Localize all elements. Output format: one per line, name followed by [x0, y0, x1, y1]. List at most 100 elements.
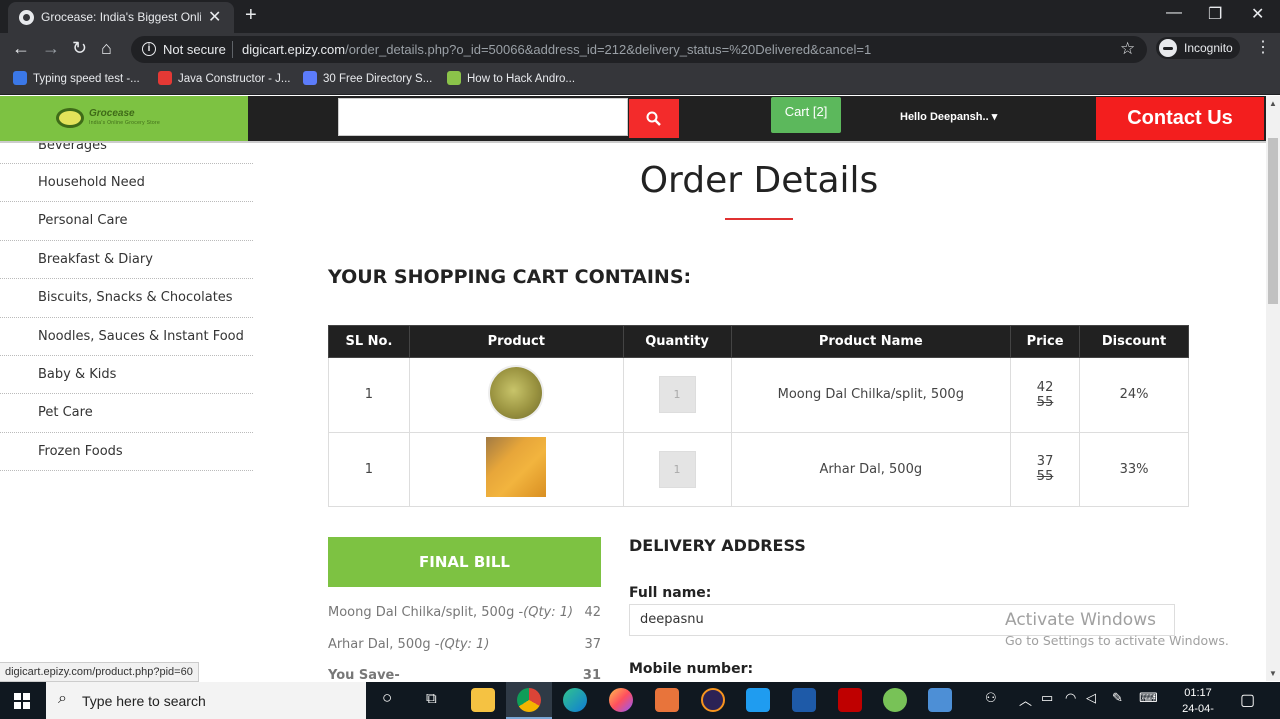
- bookmark-item[interactable]: 30 Free Directory S...: [303, 71, 432, 89]
- xampp-icon[interactable]: [655, 688, 679, 712]
- logo-text: Grocease: [89, 108, 135, 119]
- incognito-badge[interactable]: Incognito: [1156, 37, 1240, 59]
- logo-mark: [56, 108, 84, 128]
- cart-heading: YOUR SHOPPING CART CONTAINS:: [328, 266, 692, 288]
- search-icon: ⌕: [58, 690, 67, 707]
- file-explorer-icon[interactable]: [471, 688, 495, 712]
- scroll-thumb[interactable]: [1268, 138, 1278, 304]
- product-search-input[interactable]: [338, 98, 628, 136]
- sidebar-item-noodles-sauces[interactable]: Noodles, Sauces & Instant Food: [0, 318, 253, 356]
- back-icon[interactable]: ←: [12, 38, 30, 59]
- site-logo[interactable]: Grocease India's Online Grocery Store: [0, 96, 248, 141]
- wifi-icon[interactable]: ◠: [1065, 690, 1076, 706]
- mobile-number-label: Mobile number:: [629, 661, 754, 677]
- eclipse-icon[interactable]: [701, 688, 725, 712]
- product-image-cell: [408, 431, 624, 507]
- product-image-cell: [408, 357, 624, 433]
- minimize-icon[interactable]: —: [1166, 4, 1182, 22]
- bookmark-label: Java Constructor - J...: [178, 73, 291, 85]
- cart-button[interactable]: Cart [2]: [771, 97, 841, 133]
- volume-icon[interactable]: ◁: [1086, 690, 1096, 706]
- search-icon: [646, 111, 661, 126]
- keyboard-icon[interactable]: ⌨: [1139, 690, 1158, 706]
- sl-cell: 1: [328, 431, 410, 507]
- quantity-field[interactable]: 1: [658, 376, 696, 414]
- omnibox[interactable]: i Not secure digicart.epizy.com/order_de…: [131, 36, 1147, 63]
- notification-center-icon[interactable]: ▢: [1240, 690, 1255, 710]
- chrome-taskbar-button[interactable]: [506, 682, 552, 719]
- battery-icon[interactable]: ▭: [1041, 690, 1053, 706]
- restore-icon[interactable]: ❐: [1208, 4, 1222, 24]
- sidebar-item-beverages[interactable]: Beverages: [0, 143, 253, 164]
- product-image[interactable]: [486, 437, 547, 498]
- price-value: 42: [1036, 379, 1054, 395]
- bookmark-item[interactable]: Typing speed test -...: [13, 71, 140, 89]
- tab-title: Grocease: India's Biggest Online: [41, 10, 201, 24]
- discount-cell: 24%: [1079, 357, 1189, 433]
- savings-label: You Save-: [328, 668, 400, 682]
- url-text[interactable]: digicart.epizy.com/order_details.php?o_i…: [242, 42, 871, 57]
- not-secure-label: Not secure: [163, 42, 226, 57]
- bill-item-name: Moong Dal Chilka/split, 500g -: [328, 605, 524, 620]
- search-button[interactable]: [629, 99, 679, 138]
- price-value: 37: [1036, 454, 1054, 470]
- reload-icon[interactable]: ↻: [72, 38, 87, 59]
- quantity-field[interactable]: 1: [658, 450, 696, 488]
- sidebar-item-household-need[interactable]: Household Need: [0, 164, 253, 203]
- cortana-icon[interactable]: ○: [382, 688, 392, 708]
- chrome-icon: [517, 688, 541, 712]
- bookmark-star-icon[interactable]: ☆: [1120, 39, 1135, 59]
- sidebar-item-biscuits-snacks[interactable]: Biscuits, Snacks & Chocolates: [0, 279, 253, 318]
- info-icon[interactable]: i: [142, 42, 156, 56]
- windows-taskbar: ⌕ Type here to search ○ ⧉ ⚇ ︿ ▭ ◠ ◁ ✎ ⌨ …: [0, 682, 1280, 719]
- sidebar-item-personal-care[interactable]: Personal Care: [0, 202, 253, 241]
- new-tab-button[interactable]: +: [245, 4, 257, 27]
- browser-menu-icon[interactable]: ⋮: [1255, 37, 1271, 57]
- bookmark-label: 30 Free Directory S...: [323, 73, 433, 85]
- browser-tab[interactable]: Grocease: India's Biggest Online ✕: [8, 2, 234, 33]
- edge-icon[interactable]: [563, 688, 587, 712]
- window-close-icon[interactable]: ✕: [1251, 4, 1264, 24]
- column-header: Quantity: [622, 325, 732, 358]
- filezilla-icon[interactable]: [838, 688, 862, 712]
- show-hidden-icons[interactable]: ︿: [1019, 690, 1032, 709]
- sidebar-item-breakfast-diary[interactable]: Breakfast & Diary: [0, 241, 253, 280]
- sidebar-item-baby-kids[interactable]: Baby & Kids: [0, 356, 253, 395]
- savings-amount: 31: [582, 668, 601, 682]
- bill-item-amount: 42: [584, 605, 601, 620]
- bookmark-item[interactable]: How to Hack Andro...: [447, 71, 575, 89]
- url-divider: [232, 41, 233, 58]
- table-header-row: SL No. Product Quantity Product Name Pri…: [328, 325, 1189, 358]
- page-scrollbar[interactable]: ▲ ▼: [1266, 96, 1280, 681]
- android-studio-icon[interactable]: [883, 688, 907, 712]
- home-icon[interactable]: ⌂: [101, 38, 112, 59]
- contact-us-button[interactable]: Contact Us: [1096, 97, 1264, 140]
- column-header: Product: [408, 325, 624, 358]
- vscode-icon[interactable]: [746, 688, 770, 712]
- windows-start-icon[interactable]: [14, 693, 30, 709]
- task-view-icon[interactable]: ⧉: [426, 690, 437, 707]
- scroll-down-icon[interactable]: ▼: [1269, 669, 1277, 678]
- product-name-cell: Moong Dal Chilka/split, 500g: [730, 357, 1012, 433]
- sidebar-item-frozen-foods[interactable]: Frozen Foods: [0, 433, 253, 472]
- product-image[interactable]: [490, 366, 543, 419]
- globe-icon: [19, 10, 34, 25]
- user-menu[interactable]: Hello Deepansh.. ▾: [900, 110, 997, 123]
- address-bar-row: ← → ↻ ⌂ i Not secure digicart.epizy.com/…: [0, 33, 1280, 65]
- firefox-icon[interactable]: [609, 688, 633, 712]
- pen-icon[interactable]: ✎: [1112, 690, 1123, 706]
- people-icon[interactable]: ⚇: [985, 690, 997, 706]
- bookmarks-bar: Typing speed test -... Java Constructor …: [0, 65, 1280, 95]
- quantity-cell: 1: [622, 431, 732, 507]
- taskbar-clock[interactable]: 01:17 24-04-2020: [1170, 685, 1226, 719]
- final-bill-header: FINAL BILL: [328, 537, 601, 587]
- sidebar-item-pet-care[interactable]: Pet Care: [0, 394, 253, 433]
- scroll-up-icon[interactable]: ▲: [1269, 99, 1277, 108]
- bookmark-label: Typing speed test -...: [33, 73, 140, 85]
- forward-icon[interactable]: →: [42, 38, 60, 59]
- dev-tool-icon[interactable]: [792, 688, 816, 712]
- remote-desktop-icon[interactable]: [928, 688, 952, 712]
- taskbar-search-box[interactable]: ⌕ Type here to search: [46, 682, 366, 719]
- close-tab-icon[interactable]: ✕: [208, 7, 221, 27]
- bookmark-item[interactable]: Java Constructor - J...: [158, 71, 290, 89]
